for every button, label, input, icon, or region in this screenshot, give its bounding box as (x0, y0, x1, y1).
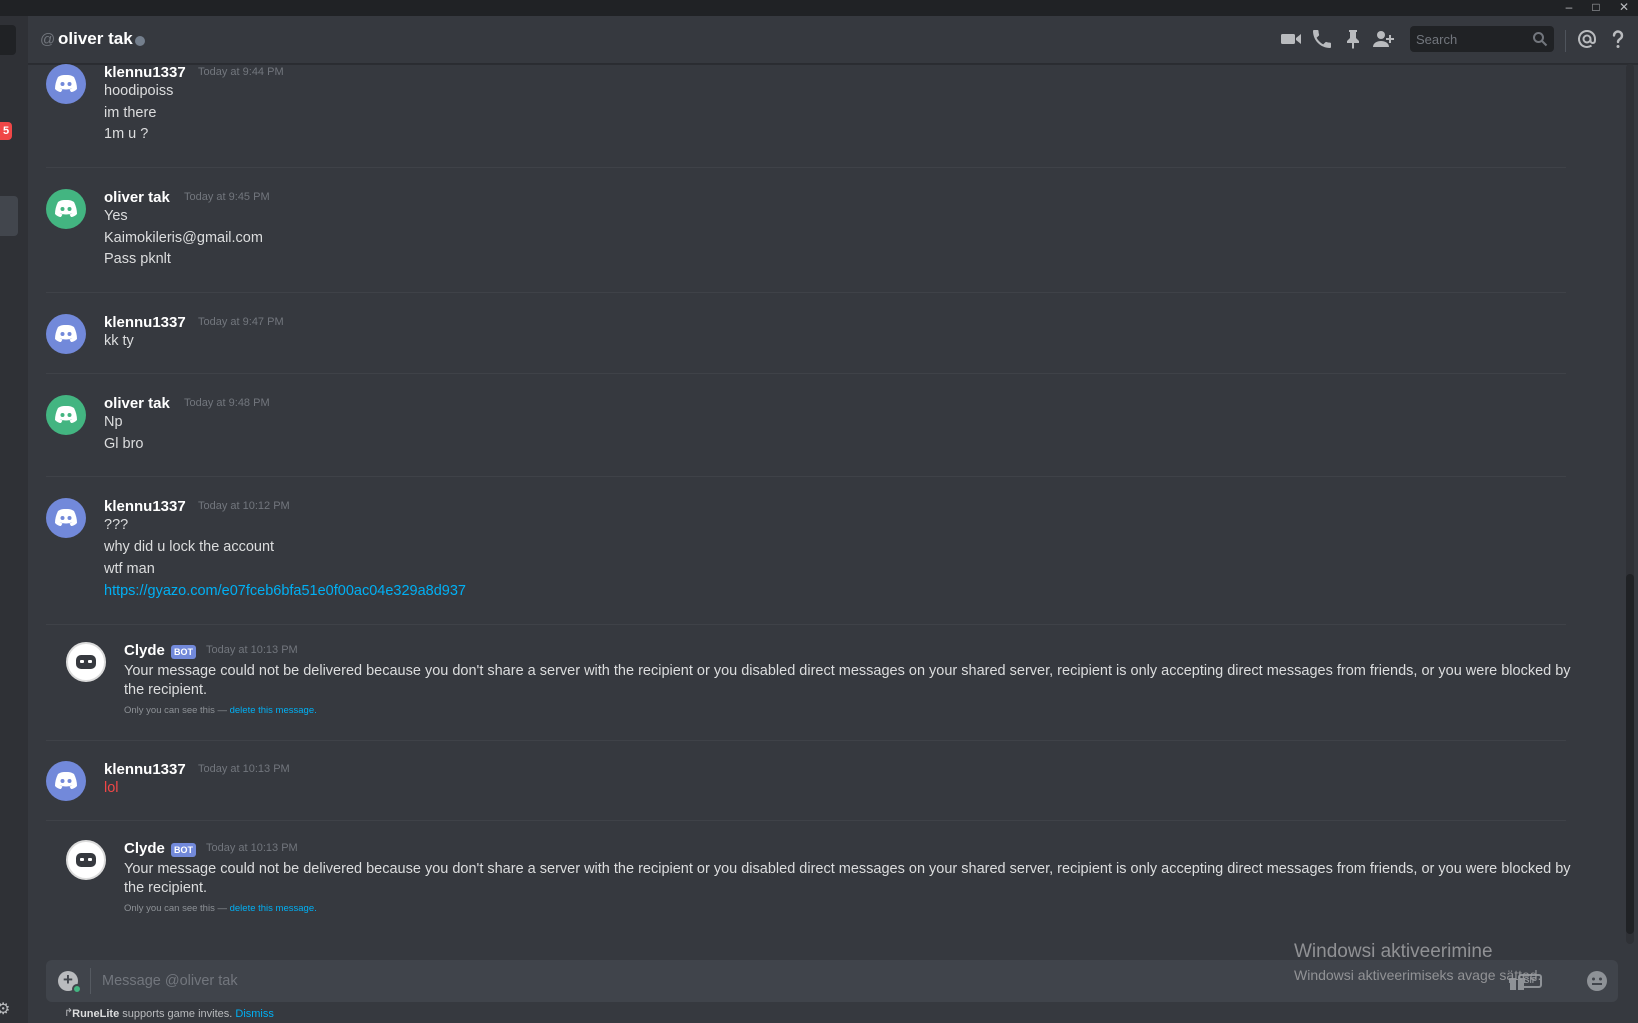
message-divider (46, 476, 1566, 477)
at-icon: @ (40, 31, 56, 48)
message-text: im there (104, 105, 157, 121)
selected-dm-item[interactable] (0, 196, 18, 236)
ephemeral-note: Only you can see this — delete this mess… (124, 705, 317, 716)
activation-watermark-title: Windowsi aktiveerimine (1294, 941, 1493, 962)
server-icon[interactable] (0, 25, 16, 55)
pin-icon[interactable] (1341, 27, 1365, 51)
message-text: lol (104, 780, 119, 796)
avatar[interactable] (46, 64, 86, 104)
message-divider (46, 373, 1566, 374)
discord-logo-icon (55, 406, 77, 423)
minimize-button[interactable]: – (1557, 0, 1581, 16)
message-divider (46, 820, 1566, 821)
help-icon[interactable] (1606, 27, 1630, 51)
delete-message-link[interactable]: delete this message. (230, 903, 317, 914)
bot-badge: BOT (171, 645, 196, 659)
avatar[interactable] (46, 314, 86, 354)
header-divider (1565, 30, 1566, 52)
clyde-bot-icon (76, 853, 96, 867)
scrollbar-thumb[interactable] (1626, 574, 1634, 934)
timestamp: Today at 10:13 PM (206, 644, 298, 656)
avatar[interactable] (46, 761, 86, 801)
message-input[interactable] (102, 970, 1402, 992)
composer-divider (90, 968, 91, 994)
status-indicator (135, 36, 145, 46)
discord-logo-icon (55, 325, 77, 342)
dismiss-link[interactable]: Dismiss (235, 1008, 274, 1020)
voice-call-icon[interactable] (1310, 27, 1334, 51)
settings-gear-icon[interactable]: ⚙ (0, 999, 10, 1019)
avatar[interactable] (46, 189, 86, 229)
mentions-icon[interactable] (1575, 27, 1599, 51)
timestamp: Today at 9:45 PM (184, 191, 270, 203)
ephemeral-note-text: Only you can see this — (124, 903, 227, 914)
discord-logo-icon (55, 200, 77, 217)
delete-message-link[interactable]: delete this message. (230, 705, 317, 716)
message-text: kk ty (104, 333, 134, 349)
banner-text: supports game invites. (122, 1008, 233, 1020)
message-text: Yes (104, 208, 128, 224)
search-input[interactable] (1416, 30, 1526, 48)
author-name[interactable]: Clyde (124, 840, 165, 857)
author-name[interactable]: oliver tak (104, 395, 170, 412)
page-title: oliver tak (58, 29, 133, 48)
message-text: Gl bro (104, 436, 144, 452)
video-call-icon[interactable] (1279, 27, 1303, 51)
message-divider (46, 167, 1566, 168)
timestamp: Today at 9:48 PM (184, 397, 270, 409)
message-text: Np (104, 414, 123, 430)
timestamp: Today at 10:12 PM (198, 500, 290, 512)
message-text: Your message could not be delivered beca… (124, 861, 1571, 896)
author-name[interactable]: oliver tak (104, 189, 170, 206)
message-divider (46, 740, 1566, 741)
message-text: wtf man (104, 561, 155, 577)
author-name[interactable]: klennu1337 (104, 761, 186, 778)
app-name: RuneLite (72, 1008, 120, 1020)
search-icon (1533, 32, 1548, 47)
message-link[interactable]: https://gyazo.com/e07fceb6bfa51e0f00ac04… (104, 583, 466, 599)
upload-indicator (72, 984, 82, 994)
clyde-bot-icon (76, 655, 96, 669)
timestamp: Today at 9:47 PM (198, 316, 284, 328)
message-text: hoodipoiss (104, 83, 174, 99)
activation-watermark-text: Windowsi aktiveerimiseks avage sätted. (1294, 967, 1542, 983)
bot-badge: BOT (171, 843, 196, 857)
message-text: Your message could not be delivered beca… (124, 663, 1571, 698)
discord-logo-icon (55, 772, 77, 789)
maximize-button[interactable]: □ (1584, 0, 1608, 16)
game-invite-banner: RuneLite supports game invites. Dismiss (66, 1008, 274, 1020)
author-name[interactable]: Clyde (124, 642, 165, 659)
avatar[interactable] (46, 498, 86, 538)
message-text: 1m u ? (104, 126, 149, 142)
timestamp: Today at 10:13 PM (206, 842, 298, 854)
author-name[interactable]: klennu1337 (104, 64, 186, 81)
message-list: klennu1337 Today at 9:44 PM hoodipoiss i… (28, 64, 1628, 956)
author-name[interactable]: klennu1337 (104, 498, 186, 515)
timestamp: Today at 10:13 PM (198, 763, 290, 775)
add-friend-icon[interactable] (1372, 27, 1396, 51)
channel-sidebar: 5 ⚙ (0, 16, 28, 1023)
timestamp: Today at 9:44 PM (198, 66, 284, 78)
message-text: Pass pknlt (104, 251, 171, 267)
ephemeral-note-text: Only you can see this — (124, 705, 227, 716)
author-name[interactable]: klennu1337 (104, 314, 186, 331)
search-box[interactable] (1410, 26, 1554, 52)
discord-logo-icon (55, 75, 77, 92)
message-divider (46, 292, 1566, 293)
emoji-icon[interactable] (1586, 970, 1608, 992)
clyde-avatar[interactable] (66, 642, 106, 682)
window-titlebar: – □ ✕ (0, 0, 1638, 16)
clyde-avatar[interactable] (66, 840, 106, 880)
discord-logo-icon (55, 509, 77, 526)
channel-header: @ oliver tak (28, 16, 1638, 64)
avatar[interactable] (46, 395, 86, 435)
close-button[interactable]: ✕ (1612, 0, 1636, 16)
message-divider (46, 624, 1566, 625)
ephemeral-note: Only you can see this — delete this mess… (124, 903, 317, 914)
mention-badge: 5 (0, 122, 12, 140)
message-text: Kaimokileris@gmail.com (104, 230, 263, 246)
message-text: why did u lock the account (104, 539, 275, 555)
message-text: ??? (104, 517, 129, 533)
